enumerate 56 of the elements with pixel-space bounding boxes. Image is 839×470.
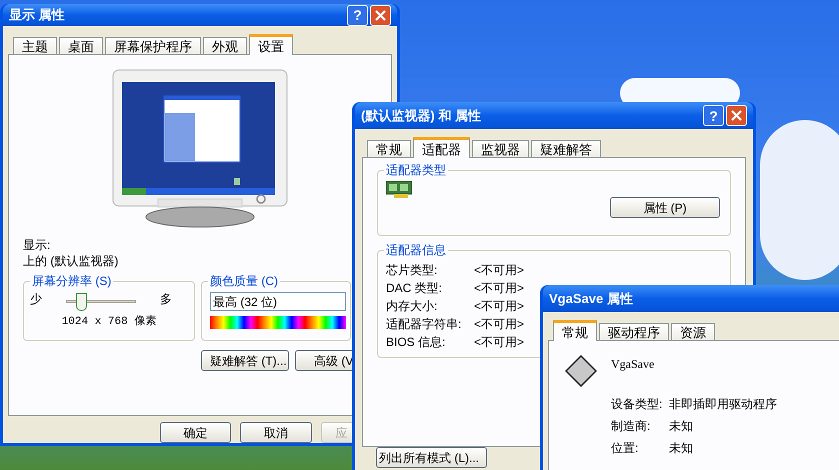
slider-thumb[interactable]	[76, 293, 87, 311]
tab[interactable]: 资源	[671, 323, 715, 341]
info-label: 芯片类型:	[386, 262, 438, 279]
window-title: VgaSave 属性	[549, 290, 633, 308]
window-title: 显示 属性	[9, 6, 66, 24]
tab[interactable]: 桌面	[59, 37, 103, 55]
dropdown-field[interactable]: 最高 (32 位)	[210, 292, 346, 311]
info-label: BIOS 信息:	[386, 334, 446, 351]
slider-min-label: 少	[30, 291, 42, 308]
info-value: <不可用>	[474, 298, 524, 315]
close-button[interactable]	[726, 105, 747, 126]
dialog-button[interactable]: 取消	[240, 422, 312, 443]
display-value: 上的 (默认监视器)	[23, 253, 120, 269]
tab[interactable]: 驱动程序	[599, 323, 669, 341]
troubleshoot-button[interactable]: 疑难解答 (T)...	[201, 350, 289, 371]
close-button[interactable]	[370, 4, 391, 26]
group-title: 颜色质量 (C)	[208, 273, 280, 289]
property-label: 设备类型:	[611, 396, 664, 413]
tab[interactable]: 主题	[13, 37, 57, 55]
info-value: <不可用>	[474, 334, 524, 351]
adapter-card-icon	[386, 181, 412, 198]
window-title: (默认监视器) 和 属性	[361, 106, 482, 125]
slider-max-label: 多	[160, 291, 172, 308]
info-value: <不可用>	[474, 316, 524, 333]
device-name: VgaSave	[611, 356, 654, 373]
close-icon	[375, 10, 386, 20]
help-button[interactable]: ?	[347, 4, 368, 26]
tab[interactable]: 监视器	[472, 140, 529, 158]
info-label: 适配器字符串:	[386, 316, 462, 333]
tab[interactable]: 常规	[553, 320, 597, 341]
help-button[interactable]: ?	[703, 105, 724, 126]
info-label: 内存大小:	[386, 298, 438, 315]
list-modes-button[interactable]: 列出所有模式 (L)...	[376, 447, 487, 468]
property-value: 非即插即用驱动程序	[669, 396, 777, 413]
group-title: 适配器信息	[384, 242, 448, 258]
resolution-reading: 1024 x 768 像素	[62, 314, 156, 330]
properties-button[interactable]: 属性 (P)	[610, 197, 720, 218]
property-label: 制造商:	[611, 418, 652, 435]
property-value: 未知	[669, 418, 693, 435]
info-value: <不可用>	[474, 280, 524, 297]
group-title: 屏幕分辨率 (S)	[30, 273, 114, 289]
tab[interactable]: 设置	[249, 34, 293, 55]
tab[interactable]: 外观	[203, 37, 247, 55]
close-icon	[731, 110, 742, 121]
dialog-button[interactable]: 确定	[160, 422, 232, 443]
tab[interactable]: 屏幕保护程序	[105, 37, 201, 55]
property-label: 位置:	[611, 440, 640, 457]
tab[interactable]: 常规	[367, 140, 411, 158]
property-value: 未知	[669, 440, 693, 457]
diamond-icon	[565, 355, 597, 387]
group-title: 适配器类型	[384, 162, 448, 178]
display-label: 显示:	[23, 237, 52, 253]
info-label: DAC 类型:	[386, 280, 444, 297]
tab[interactable]: 疑难解答	[531, 140, 601, 158]
tab[interactable]: 适配器	[413, 137, 470, 158]
info-value: <不可用>	[474, 262, 524, 279]
